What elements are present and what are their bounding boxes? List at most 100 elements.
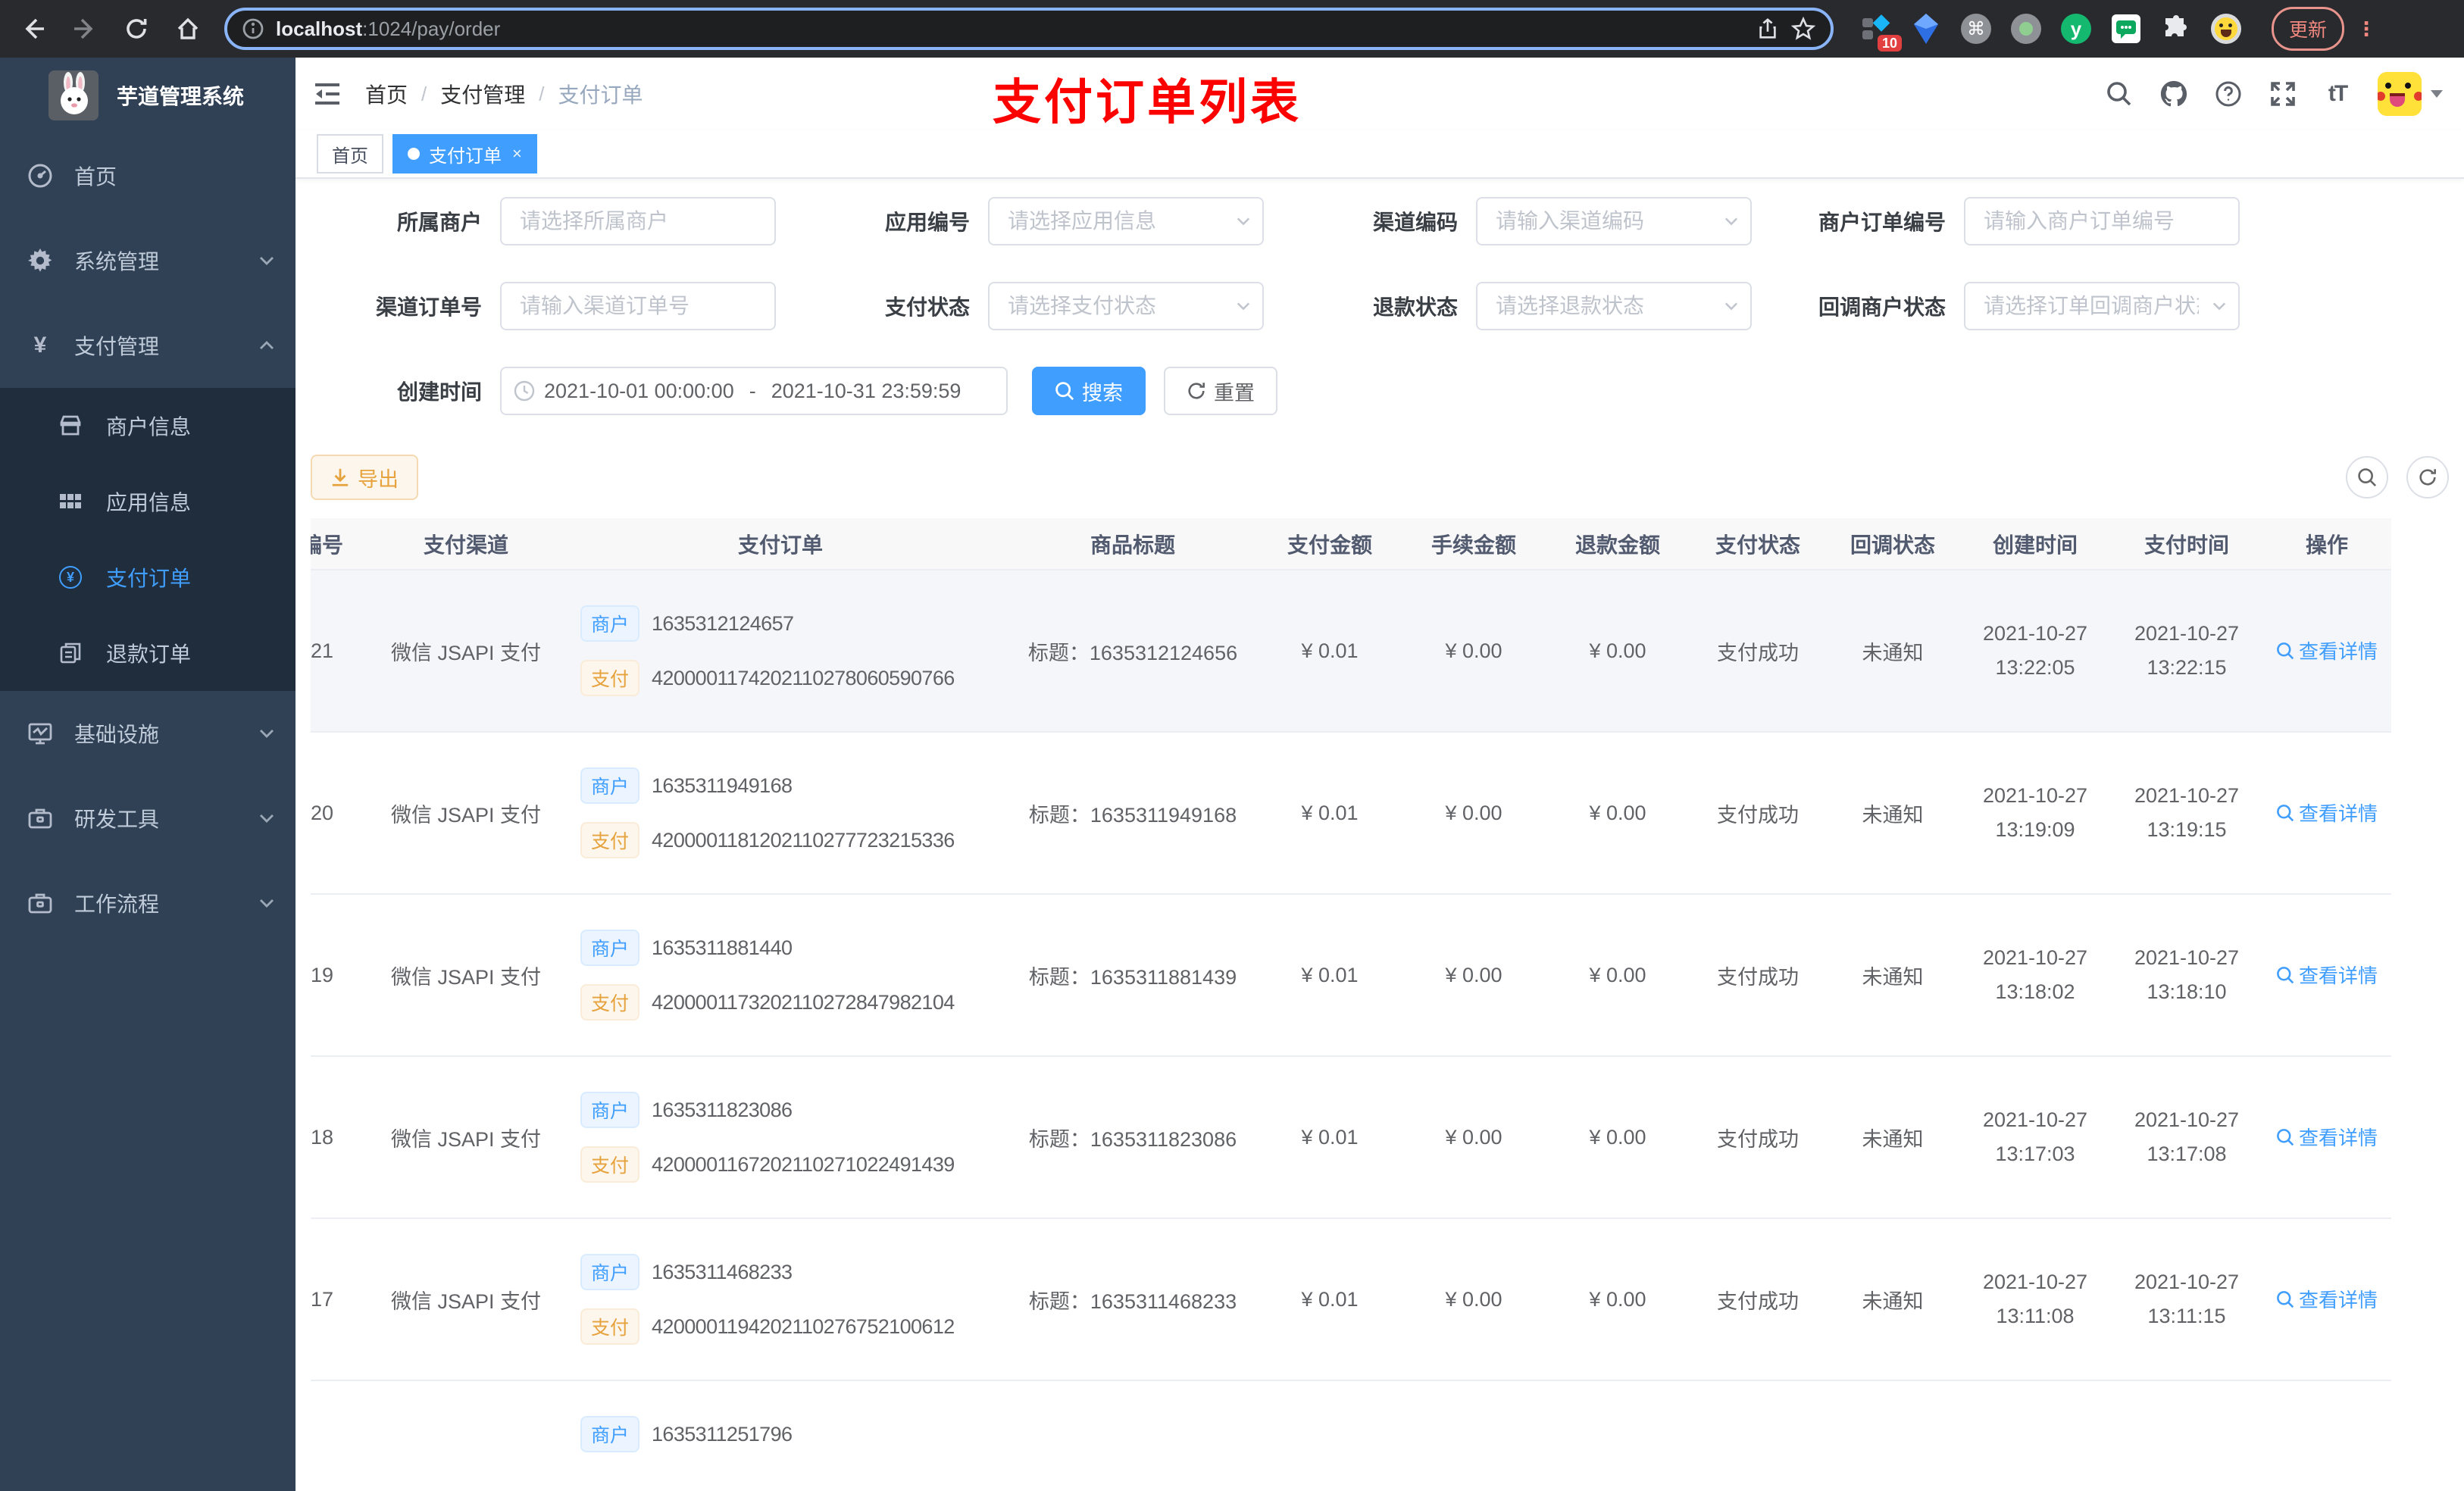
sidebar-item-home[interactable]: 首页 <box>0 133 295 218</box>
search-icon[interactable] <box>2105 80 2134 108</box>
pay-tag: 支付 <box>580 822 640 858</box>
toggle-search-icon-button[interactable] <box>2346 456 2388 499</box>
notify-status-select[interactable] <box>1964 282 2240 330</box>
merchant-order-line: 商户 1635311823086 <box>580 1092 1008 1128</box>
cell-status: 支付成功 <box>1690 570 1826 733</box>
view-detail-link[interactable]: 查看详情 <box>2276 636 2378 664</box>
cell-actions: 查看详情 <box>2262 570 2391 733</box>
profile-emoji-icon[interactable] <box>2211 14 2241 44</box>
user-avatar[interactable] <box>2378 72 2443 116</box>
view-detail-link[interactable]: 查看详情 <box>2276 1285 2378 1313</box>
extension-icon-2[interactable] <box>1911 14 1941 44</box>
magnifier-icon <box>2277 1128 2294 1146</box>
github-icon[interactable] <box>2159 80 2188 108</box>
merchant-order-no-input[interactable] <box>1964 197 2240 245</box>
sidebar-item-app-info[interactable]: 应用信息 <box>0 464 295 539</box>
sidebar-toggle-icon[interactable] <box>311 77 344 111</box>
pay-order-no: 4200001181202110277723215336 <box>652 828 955 852</box>
cell-fee <box>1402 1380 1546 1491</box>
channel-order-no-input[interactable] <box>500 282 776 330</box>
help-icon[interactable] <box>2214 80 2243 108</box>
date-end: 2021-10-31 23:59:59 <box>771 379 962 402</box>
clock-icon <box>514 380 535 402</box>
cell-refund: ¥ 0.00 <box>1546 1056 1690 1219</box>
cell-status <box>1690 1380 1826 1491</box>
chevron-down-icon <box>259 729 274 738</box>
cell-pay-order: 商户 1635311468233 支付 42000011942021102767… <box>553 1218 1008 1381</box>
table-row: 17 微信 JSAPI 支付 商户 1635311468233 支付 42000… <box>311 1218 2391 1381</box>
url-text[interactable]: localhost:1024/pay/order <box>276 17 1744 41</box>
merchant-tag: 商户 <box>580 1092 640 1128</box>
site-info-icon[interactable] <box>242 18 264 39</box>
forward-icon[interactable] <box>64 8 106 50</box>
search-button[interactable]: 搜索 <box>1032 367 1146 415</box>
sidebar-item-workflow[interactable]: 工作流程 <box>0 861 295 946</box>
cell-channel <box>379 1380 553 1491</box>
sidebar-item-dev-tools[interactable]: 研发工具 <box>0 776 295 861</box>
tag-home[interactable]: 首页 <box>317 134 383 173</box>
sidebar-item-refund-order[interactable]: 退款订单 <box>0 615 295 691</box>
field-merchant: 所属商户 <box>311 197 799 245</box>
sidebar-item-merchant-info[interactable]: 商户信息 <box>0 388 295 464</box>
home-icon[interactable] <box>167 8 209 50</box>
app-logo[interactable]: 芋道管理系统 <box>0 58 295 133</box>
pay-status-select[interactable] <box>988 282 1264 330</box>
font-size-icon[interactable] <box>2323 80 2352 108</box>
filter-form: 所属商户 应用编号 渠道编码 商户订单编号 <box>311 197 2449 452</box>
pay-order-no: 4200001167202110271022491439 <box>652 1152 955 1176</box>
extension-icon-4[interactable] <box>2011 14 2041 44</box>
extension-badge: 10 <box>1877 35 1902 52</box>
breadcrumb-current: 支付订单 <box>558 83 643 107</box>
pay-order-no: 4200001173202110272847982104 <box>652 990 955 1014</box>
sidebar-item-system[interactable]: 系统管理 <box>0 218 295 303</box>
merchant-order-no: 1635312124657 <box>652 611 794 635</box>
breadcrumb-home[interactable]: 首页 <box>365 79 408 109</box>
sidebar-item-infra[interactable]: 基础设施 <box>0 691 295 776</box>
sidebar-item-pay[interactable]: ¥ 支付管理 <box>0 303 295 388</box>
refund-status-select[interactable] <box>1476 282 1752 330</box>
browser-menu-icon[interactable] <box>2356 17 2376 41</box>
extension-icon-1[interactable]: 10 <box>1861 14 1902 52</box>
col-status: 支付状态 <box>1690 518 1826 570</box>
date-range-input[interactable]: 2021-10-01 00:00:00 - 2021-10-31 23:59:5… <box>500 367 1008 415</box>
extension-icon-5[interactable] <box>2061 14 2091 44</box>
extensions-strip: 10 <box>1861 14 2241 52</box>
merchant-select-input[interactable] <box>500 197 776 245</box>
bookmark-star-icon[interactable] <box>1791 17 1815 41</box>
pay-order-no: 4200001194202110276752100612 <box>652 1314 955 1338</box>
sidebar-item-pay-order[interactable]: 支付订单 <box>0 539 295 615</box>
channel-code-input[interactable] <box>1476 197 1752 245</box>
reset-button[interactable]: 重置 <box>1164 367 1277 415</box>
browser-update-button[interactable]: 更新 <box>2272 7 2345 51</box>
avatar-image <box>2378 72 2422 116</box>
back-icon[interactable] <box>12 8 55 50</box>
refresh-icon <box>1188 383 1205 399</box>
col-pay-order: 支付订单 <box>553 518 1008 570</box>
cell-id: 21 <box>311 570 379 733</box>
merchant-order-no: 1635311823086 <box>652 1098 793 1121</box>
cell-created: 2021-10-27 13:18:02 <box>1959 894 2111 1057</box>
export-button[interactable]: 导出 <box>311 455 418 500</box>
breadcrumb-separator <box>408 82 440 106</box>
app-select-input[interactable] <box>988 197 1264 245</box>
extension-puzzle-icon[interactable] <box>2161 14 2191 44</box>
share-icon[interactable] <box>1756 17 1779 40</box>
refresh-table-button[interactable] <box>2406 456 2449 499</box>
breadcrumb-pay[interactable]: 支付管理 <box>440 79 525 109</box>
tag-pay-order[interactable]: 支付订单 <box>392 134 537 173</box>
cell-paid <box>2111 1380 2262 1491</box>
extension-icon-3[interactable] <box>1961 14 1991 44</box>
page-annotation: 支付订单列表 <box>993 75 1302 130</box>
extension-icon-6[interactable] <box>2111 14 2141 44</box>
cell-notify: 未通知 <box>1826 570 1959 733</box>
close-icon[interactable] <box>512 144 522 164</box>
view-detail-link[interactable]: 查看详情 <box>2276 799 2378 827</box>
cell-fee: ¥ 0.00 <box>1402 570 1546 733</box>
field-refund-status: 退款状态 <box>1287 282 1775 330</box>
view-detail-link[interactable]: 查看详情 <box>2276 961 2378 989</box>
address-bar[interactable]: localhost:1024/pay/order <box>224 8 1834 50</box>
view-detail-link[interactable]: 查看详情 <box>2276 1123 2378 1151</box>
fullscreen-icon[interactable] <box>2269 80 2297 108</box>
reload-icon[interactable] <box>115 8 158 50</box>
download-icon <box>332 468 349 486</box>
